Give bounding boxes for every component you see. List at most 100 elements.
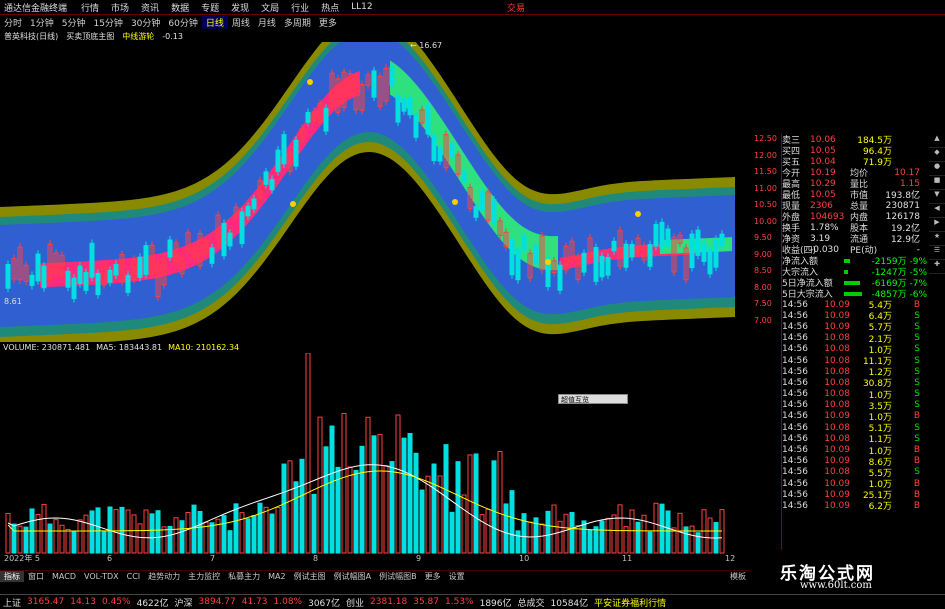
candle-body	[281, 134, 287, 165]
status-extra: 平安证券福利行情	[594, 598, 667, 609]
menu-item[interactable]: 行情	[75, 1, 105, 14]
volume-value: VOLUME: 230871.481	[3, 343, 91, 352]
candle-body	[107, 269, 113, 283]
candle-body	[263, 171, 269, 185]
menu-item[interactable]: 专题	[195, 1, 225, 14]
volume-bar	[593, 526, 599, 554]
volume-bar	[347, 466, 353, 554]
tick-time: 14:56	[782, 355, 808, 366]
tick-price: 10.08	[824, 433, 850, 444]
ma10-value: MA10: 210162.34	[168, 343, 240, 352]
indicator-tab[interactable]: 更多	[421, 571, 445, 582]
toolbar-icon[interactable]: ▲	[929, 134, 945, 148]
volume-bar	[341, 413, 347, 554]
volume-bar	[425, 475, 431, 554]
period-button[interactable]: 15分钟	[89, 16, 126, 29]
candle-body	[533, 245, 539, 265]
candle-body	[293, 139, 299, 167]
volume-bar	[575, 525, 581, 554]
modules-button[interactable]: 模板	[726, 571, 750, 582]
period-button[interactable]: 月线	[254, 16, 280, 29]
menu-item[interactable]: 数据	[165, 1, 195, 14]
candle-body	[413, 114, 419, 138]
indicator-tab[interactable]: MA2	[264, 572, 289, 581]
x-axis-label: 2022年 5	[4, 553, 40, 563]
toolbar-icon[interactable]: ◀	[929, 204, 945, 218]
x-axis-label: 12	[725, 554, 735, 563]
menu-item[interactable]: 资讯	[135, 1, 165, 14]
indicator-tab[interactable]: 私募主力	[224, 571, 264, 582]
indicator-name[interactable]: 买卖顶底主图	[62, 31, 118, 42]
volume-bar	[305, 353, 311, 554]
candlestick-chart[interactable]: ← 16.67 8.61	[0, 42, 752, 342]
candle-body	[89, 242, 95, 278]
tick-time: 14:56	[782, 467, 808, 478]
period-button[interactable]: 60分钟	[164, 16, 201, 29]
volume-bar	[53, 519, 59, 554]
volume-bar	[647, 531, 653, 554]
menu-item[interactable]: 市场	[105, 1, 135, 14]
menu-item[interactable]: LL12	[345, 2, 378, 12]
menu-item[interactable]: 发现	[225, 1, 255, 14]
toolbar-icon[interactable]: ✚	[929, 260, 945, 274]
indicator-tab[interactable]: 趋势动力	[144, 571, 184, 582]
indicator-tab[interactable]: 例试主图	[290, 571, 330, 582]
indicator-tab[interactable]: 指标	[0, 571, 24, 582]
menu-item[interactable]: 文局	[255, 1, 285, 14]
period-button[interactable]: 日线	[201, 15, 228, 29]
tick-price: 10.08	[824, 467, 850, 478]
volume-bar	[287, 460, 293, 554]
indicator-tab[interactable]: 例试幅图A	[330, 571, 375, 582]
period-button[interactable]: 周线	[228, 16, 254, 29]
volume-header: VOLUME: 230871.481 MA5: 183443.81 MA10: …	[0, 343, 750, 353]
toolbar-icon[interactable]: ▼	[929, 190, 945, 204]
volume-bar	[389, 461, 395, 554]
toolbar-icon[interactable]: ◆	[929, 148, 945, 162]
indicator-tab[interactable]: 设置	[445, 571, 469, 582]
tick-side: S	[914, 377, 920, 388]
toolbar-icon[interactable]: ■	[929, 176, 945, 190]
indicator-tab[interactable]: 例试幅图B	[375, 571, 421, 582]
stat-value: 10.19	[810, 167, 836, 178]
volume-chart[interactable]: 2500020000150001000050002022年 5678910111…	[0, 353, 752, 563]
period-button[interactable]: 5分钟	[58, 16, 90, 29]
stat-value: 10.17	[894, 167, 920, 178]
volume-bar	[461, 494, 467, 554]
volume-bar	[581, 520, 587, 554]
toolbar-icon[interactable]: ▶	[929, 218, 945, 232]
tick-side: S	[914, 433, 920, 444]
period-button[interactable]: 多周期	[280, 16, 315, 29]
indicator-tab[interactable]: 主力监控	[184, 571, 224, 582]
toolbar-icon[interactable]: ★	[929, 232, 945, 246]
volume-bar	[563, 513, 569, 554]
tick-price: 10.09	[824, 489, 850, 500]
tick-time: 14:56	[782, 389, 808, 400]
toolbar-icon[interactable]: ●	[929, 162, 945, 176]
tick-time: 14:56	[782, 411, 808, 422]
stock-info-line: 普英科技(日线) 买卖顶底主图 中线游轮 -0.13	[0, 30, 750, 42]
toolbar-icon[interactable]: ☰	[929, 246, 945, 260]
trade-button[interactable]: 交易	[507, 1, 945, 14]
indicator-tab[interactable]: CCI	[123, 572, 145, 581]
indicator-tab[interactable]: 窗口	[24, 571, 48, 582]
volume-bar	[659, 503, 665, 554]
indicator-tab[interactable]: VOL-TDX	[80, 572, 123, 581]
index-name: 上证	[3, 598, 22, 609]
tick-price: 10.09	[824, 500, 850, 511]
volume-bar	[251, 514, 257, 554]
volume-bar	[587, 529, 593, 554]
volume-bar	[209, 522, 215, 554]
period-button[interactable]: 1分钟	[26, 16, 58, 29]
period-button[interactable]: 30分钟	[127, 16, 164, 29]
indicator-tab[interactable]: MACD	[48, 572, 80, 581]
menu-item[interactable]: 热点	[315, 1, 345, 14]
stat-value: 230871	[885, 200, 920, 211]
popup-tooltip[interactable]: 超值互览	[558, 394, 628, 404]
menu-item[interactable]: 行业	[285, 1, 315, 14]
period-button[interactable]: 更多	[315, 16, 341, 29]
volume-bar	[689, 525, 695, 554]
period-button[interactable]: 分时	[0, 16, 26, 29]
candle-body	[371, 70, 377, 98]
candle-body	[29, 274, 35, 286]
candle-body	[389, 66, 395, 86]
